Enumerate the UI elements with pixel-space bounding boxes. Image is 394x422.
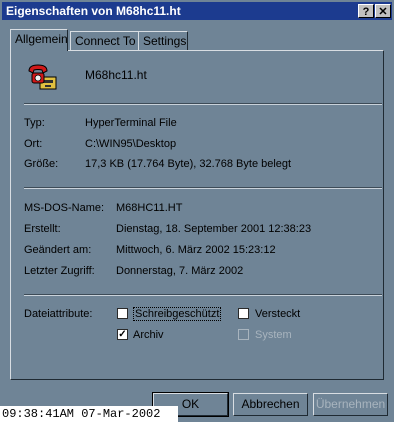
geaendert-label: Geändert am: <box>24 244 92 256</box>
window-title: Eigenschaften von M68hc11.ht <box>6 4 181 18</box>
attributes-label: Dateiattribute: <box>24 308 93 320</box>
separator <box>24 187 382 189</box>
groesse-value: 17,3 KB (17.764 Byte), 32.768 Byte beleg… <box>85 158 292 170</box>
geaendert-value: Mittwoch, 6. März 2002 15:23:12 <box>116 244 276 256</box>
separator <box>24 103 382 105</box>
help-button[interactable]: ? <box>358 4 374 18</box>
versteckt-checkbox[interactable] <box>238 308 249 319</box>
clock-overlay: 09:38:41AM 07-Mar-2002 <box>0 406 178 422</box>
tab-connect-to[interactable]: Connect To <box>70 31 140 50</box>
typ-label: Typ: <box>24 117 45 129</box>
close-button[interactable]: ✕ <box>375 4 391 18</box>
apply-button: Übernehmen <box>313 393 388 416</box>
ort-value: C:\WIN95\Desktop <box>85 138 177 150</box>
dosname-label: MS-DOS-Name: <box>24 202 105 214</box>
versteckt-label[interactable]: Versteckt <box>255 308 300 320</box>
properties-dialog: Eigenschaften von M68hc11.ht ? ✕ Allgeme… <box>0 0 394 422</box>
tab-settings[interactable]: Settings <box>138 31 188 50</box>
erstellt-value: Dienstag, 18. September 2001 12:38:23 <box>116 223 312 235</box>
zugriff-value: Donnerstag, 7. März 2002 <box>116 265 244 277</box>
tab-allgemein[interactable]: Allgemein <box>10 29 68 51</box>
archiv-label[interactable]: Archiv <box>133 329 164 341</box>
cancel-button[interactable]: Abbrechen <box>233 393 308 416</box>
separator <box>24 294 382 296</box>
hyperterminal-phone-icon <box>26 61 58 93</box>
file-name: M68hc11.ht <box>85 68 147 82</box>
ort-label: Ort: <box>24 138 43 150</box>
dosname-value: M68HC11.HT <box>116 202 183 214</box>
system-label: System <box>255 329 292 341</box>
typ-value: HyperTerminal File <box>85 117 177 129</box>
groesse-label: Größe: <box>24 158 59 170</box>
archiv-checkbox[interactable]: ✓ <box>117 329 128 340</box>
title-bar[interactable]: Eigenschaften von M68hc11.ht ? ✕ <box>2 2 392 20</box>
erstellt-label: Erstellt: <box>24 223 61 235</box>
system-checkbox <box>238 329 249 340</box>
zugriff-label: Letzter Zugriff: <box>24 265 95 277</box>
schreibgeschuetzt-checkbox[interactable] <box>117 308 128 319</box>
schreibgeschuetzt-label[interactable]: Schreibgeschützt <box>133 307 222 321</box>
general-tab-panel: M68hc11.ht Typ: HyperTerminal File Ort: … <box>10 50 384 380</box>
